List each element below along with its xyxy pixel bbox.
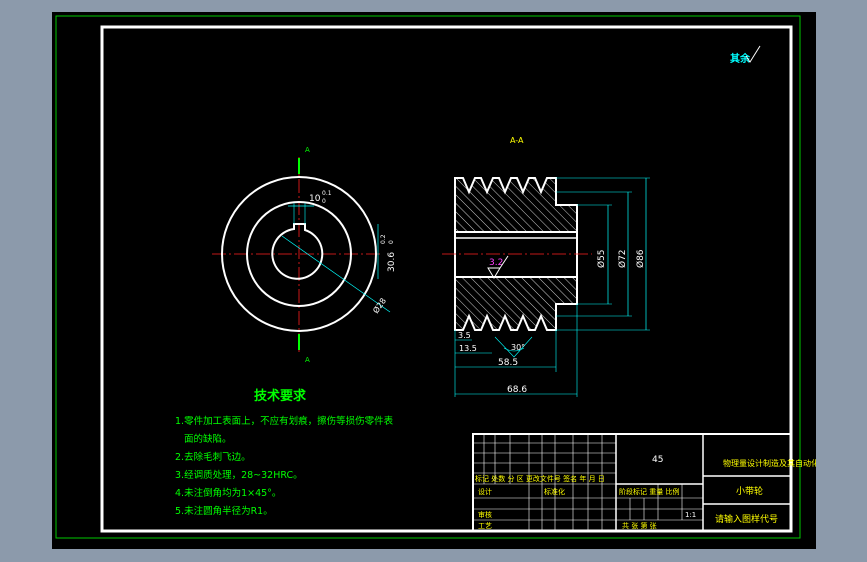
section-view: 3.2 Ø55 Ø72 Ø86 3.5 13.5 30° 58.5 68.6 [442, 177, 650, 397]
row-process: 工艺 [478, 522, 492, 530]
tech-line-1: 1.零件加工表面上，不应有划痕，擦伤等损伤零件表 [175, 415, 394, 427]
tech-line-5: 4.未注倒角均为1×45°。 [175, 487, 281, 499]
keyway-width-value: 10 [309, 194, 321, 204]
drawing-number: 请输入图样代号 [715, 513, 778, 525]
tech-line-4: 3.经调质处理，28~32HRC。 [175, 469, 303, 481]
company-name: 物理量设计制造及其自动化 [723, 458, 816, 468]
bore-with-keyway [271, 223, 324, 280]
pitch-value: 13.5 [459, 344, 477, 353]
scale-value: 1:1 [685, 511, 696, 519]
section-arrow-bottom: A [305, 356, 310, 364]
bore-dia-value: Ø28 [370, 296, 388, 315]
total-width-value: 68.6 [507, 385, 527, 395]
stage-headers: 阶段标记 重量 比例 [619, 487, 679, 496]
angle-value: 30° [511, 343, 525, 352]
technical-requirements: 技术要求 1.零件加工表面上，不应有划痕，擦伤等损伤零件表 面的缺陷。 2.去除… [175, 388, 394, 517]
tech-title: 技术要求 [254, 388, 307, 404]
section-view-label: A-A [510, 136, 524, 145]
outer-border [55, 15, 801, 539]
section-arrow-top: A [305, 146, 310, 154]
row-design: 设计 [478, 487, 492, 496]
groove-span-value: 58.5 [498, 358, 518, 368]
front-view: A A 10 0.1 0 30.6 0.2 0 Ø28 [212, 146, 397, 364]
dia-72-value: Ø72 [617, 249, 628, 268]
tech-line-6: 5.未注圆角半径为R1。 [175, 505, 273, 517]
tech-line-3: 2.去除毛刺飞边。 [175, 451, 251, 463]
section-top-hatch [454, 177, 578, 233]
keyway-width-tol-upper: 0.1 [322, 190, 332, 197]
tooth-height-value: 3.5 [458, 331, 471, 340]
drawing-canvas: 其余 A-A A A 10 0.1 0 30.6 0.2 0 Ø28 3.2 Ø… [55, 15, 819, 539]
keyway-depth-tol-upper: 0.2 [380, 234, 387, 244]
dia-86-value: Ø86 [635, 249, 646, 268]
keyway-depth-value: 30.6 [387, 252, 397, 272]
row-review: 审核 [478, 510, 492, 519]
tech-line-2: 面的缺陷。 [184, 433, 232, 445]
row-standardization: 标准化 [544, 487, 565, 496]
drawing-viewport[interactable]: 其余 A-A A A 10 0.1 0 30.6 0.2 0 Ø28 3.2 Ø… [52, 12, 819, 549]
revision-headers: 标记 处数 分 区 更改文件号 签名 年 月 日 [475, 474, 605, 483]
section-bottom-hatch [454, 276, 578, 331]
title-block: 标记 处数 分 区 更改文件号 签名 年 月 日 设计 标准化 审核 工艺 45… [472, 433, 819, 532]
part-name: 小带轮 [736, 485, 763, 497]
keyway-depth-tol-lower: 0 [388, 240, 395, 244]
sheet-info: 共 张 第 张 [622, 521, 657, 530]
keyway-width-tol-lower: 0 [322, 198, 326, 205]
dia-55-value: Ø55 [596, 249, 607, 268]
material-value: 45 [652, 455, 663, 465]
